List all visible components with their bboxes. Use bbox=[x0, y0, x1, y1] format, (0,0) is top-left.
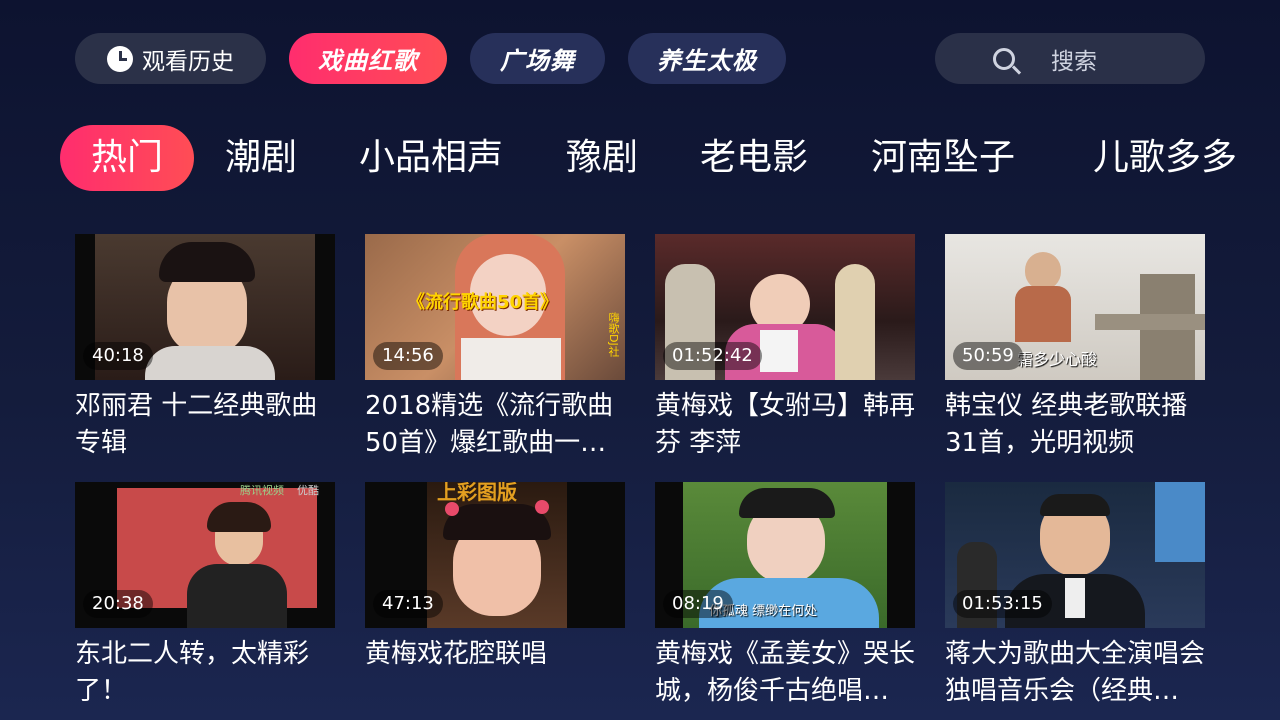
video-thumbnail: 《流行歌曲50首》 嗨歌DJ社 14:56 bbox=[365, 234, 625, 380]
category-square-dance[interactable]: 广场舞 bbox=[470, 33, 605, 84]
video-card[interactable]: 01:53:15 蒋大为歌曲大全演唱会独唱音乐会（经典… bbox=[945, 482, 1205, 710]
video-duration: 20:38 bbox=[83, 590, 153, 618]
video-title: 黄梅戏【女驸马】韩再芬 李萍 bbox=[655, 391, 915, 458]
search-label: 搜索 bbox=[1051, 48, 1097, 75]
tab-hot[interactable]: 热门 bbox=[60, 125, 194, 191]
tab-henan-zhuizi[interactable]: 河南坠子 bbox=[871, 125, 1015, 191]
category-label: 广场舞 bbox=[500, 47, 575, 75]
category-label: 养生太极 bbox=[657, 47, 757, 75]
video-title: 邓丽君 十二经典歌曲专辑 bbox=[75, 391, 318, 458]
video-thumbnail: 40:18 bbox=[75, 234, 335, 380]
tab-xiaopin[interactable]: 小品相声 bbox=[359, 125, 503, 191]
search-icon bbox=[993, 47, 1015, 70]
video-duration: 08:19 bbox=[663, 590, 733, 618]
video-duration: 40:18 bbox=[83, 342, 153, 370]
video-thumbnail: 腾讯视频 优酷 20:38 bbox=[75, 482, 335, 628]
tab-kids-songs[interactable]: 儿歌多多 bbox=[1093, 125, 1237, 191]
tab-chaoju[interactable]: 潮剧 bbox=[225, 125, 297, 191]
video-title: 黄梅戏《孟姜女》哭长城，杨俊千古绝唱… bbox=[655, 639, 915, 706]
tab-old-movies[interactable]: 老电影 bbox=[700, 125, 808, 191]
search-button[interactable]: 搜索 bbox=[935, 33, 1205, 84]
category-opera-red-songs[interactable]: 戏曲红歌 bbox=[289, 33, 447, 84]
video-duration: 01:52:42 bbox=[663, 342, 762, 370]
video-title: 韩宝仪 经典老歌联播31首，光明视频 bbox=[945, 391, 1188, 458]
thumbnail-logo: 优酷 bbox=[297, 484, 319, 497]
video-title: 蒋大为歌曲大全演唱会独唱音乐会（经典… bbox=[945, 639, 1205, 706]
video-title: 黄梅戏花腔联唱 bbox=[365, 639, 548, 669]
watch-history-label: 观看历史 bbox=[142, 48, 234, 75]
category-label: 戏曲红歌 bbox=[318, 47, 418, 75]
category-taichi[interactable]: 养生太极 bbox=[628, 33, 786, 84]
video-card[interactable]: 腾讯视频 优酷 20:38 东北二人转，太精彩了！ bbox=[75, 482, 335, 710]
video-card[interactable]: 你孤魂 缥缈在何处 08:19 黄梅戏《孟姜女》哭长城，杨俊千古绝唱… bbox=[655, 482, 915, 710]
video-thumbnail: 霜多少心酸 50:59 bbox=[945, 234, 1205, 380]
video-title: 2018精选《流行歌曲50首》爆红歌曲一… bbox=[365, 391, 614, 458]
video-thumbnail: 上彩图版 47:13 bbox=[365, 482, 625, 628]
thumbnail-caption: 霜多少心酸 bbox=[1017, 350, 1098, 369]
video-duration: 50:59 bbox=[953, 342, 1023, 370]
thumbnail-banner-text: 《流行歌曲50首》 bbox=[407, 292, 559, 313]
video-duration: 47:13 bbox=[373, 590, 443, 618]
thumbnail-corner-text: 嗨歌DJ社 bbox=[607, 312, 620, 357]
thumbnail-logo: 腾讯视频 bbox=[240, 484, 284, 497]
video-card[interactable]: 01:52:42 黄梅戏【女驸马】韩再芬 李萍 bbox=[655, 234, 915, 462]
tab-yuju[interactable]: 豫剧 bbox=[566, 125, 638, 191]
watch-history-button[interactable]: 观看历史 bbox=[75, 33, 266, 84]
video-card[interactable]: 上彩图版 47:13 黄梅戏花腔联唱 bbox=[365, 482, 625, 710]
video-duration: 01:53:15 bbox=[953, 590, 1052, 618]
clock-icon bbox=[107, 45, 133, 72]
video-card[interactable]: 《流行歌曲50首》 嗨歌DJ社 14:56 2018精选《流行歌曲50首》爆红歌… bbox=[365, 234, 625, 462]
video-title: 东北二人转，太精彩了！ bbox=[75, 639, 310, 706]
video-duration: 14:56 bbox=[373, 342, 443, 370]
video-card[interactable]: 霜多少心酸 50:59 韩宝仪 经典老歌联播31首，光明视频 bbox=[945, 234, 1205, 462]
video-thumbnail: 你孤魂 缥缈在何处 08:19 bbox=[655, 482, 915, 628]
video-thumbnail: 01:52:42 bbox=[655, 234, 915, 380]
video-card[interactable]: 40:18 邓丽君 十二经典歌曲专辑 bbox=[75, 234, 335, 462]
video-thumbnail: 01:53:15 bbox=[945, 482, 1205, 628]
